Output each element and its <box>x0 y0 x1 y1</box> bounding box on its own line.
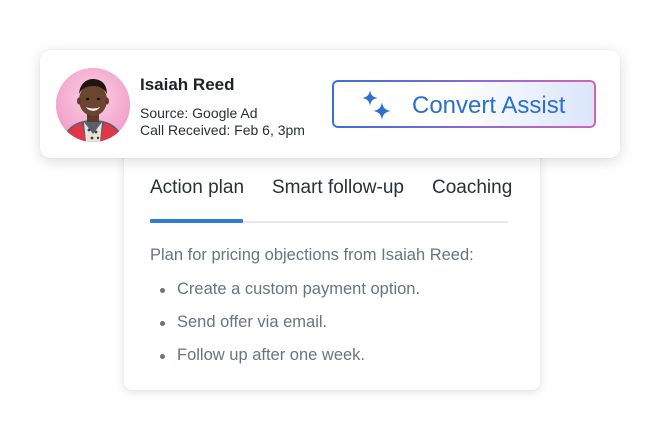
bullet-icon <box>160 354 165 359</box>
assist-panel: Action plan Smart follow-up Coaching Pla… <box>124 130 540 390</box>
plan-item: Send offer via email. <box>150 313 420 346</box>
tab-action-plan[interactable]: Action plan <box>150 177 244 221</box>
convert-assist-button-inner[interactable]: Convert Assist <box>334 82 594 126</box>
avatar-photo <box>56 68 130 142</box>
plan-item-text: Follow up after one week. <box>177 346 366 364</box>
plan-item: Create a custom payment option. <box>150 280 420 313</box>
bullet-icon <box>160 288 165 293</box>
sparkle-icon <box>362 90 391 120</box>
avatar <box>56 68 130 142</box>
plan-list: Create a custom payment option. Send off… <box>150 280 420 379</box>
contact-card: Isaiah Reed Source: Google Ad Call Recei… <box>40 50 620 158</box>
plan-heading: Plan for pricing objections from Isaiah … <box>150 246 474 264</box>
tab-coaching[interactable]: Coaching <box>432 177 512 221</box>
bullet-icon <box>160 321 165 326</box>
tab-smart-follow-up[interactable]: Smart follow-up <box>272 177 404 221</box>
plan-item-text: Create a custom payment option. <box>177 280 421 298</box>
tab-bar: Action plan Smart follow-up Coaching <box>150 177 512 223</box>
convert-assist-label: Convert Assist <box>412 92 566 119</box>
active-tab-indicator <box>150 219 243 223</box>
app-stage: Action plan Smart follow-up Coaching Pla… <box>0 0 660 443</box>
plan-item: Follow up after one week. <box>150 346 420 379</box>
contact-name: Isaiah Reed <box>140 75 235 94</box>
contact-source: Source: Google Ad <box>140 105 258 121</box>
plan-item-text: Send offer via email. <box>177 313 328 331</box>
call-received: Call Received: Feb 6, 3pm <box>140 122 305 138</box>
convert-assist-button[interactable]: Convert Assist <box>332 80 596 128</box>
